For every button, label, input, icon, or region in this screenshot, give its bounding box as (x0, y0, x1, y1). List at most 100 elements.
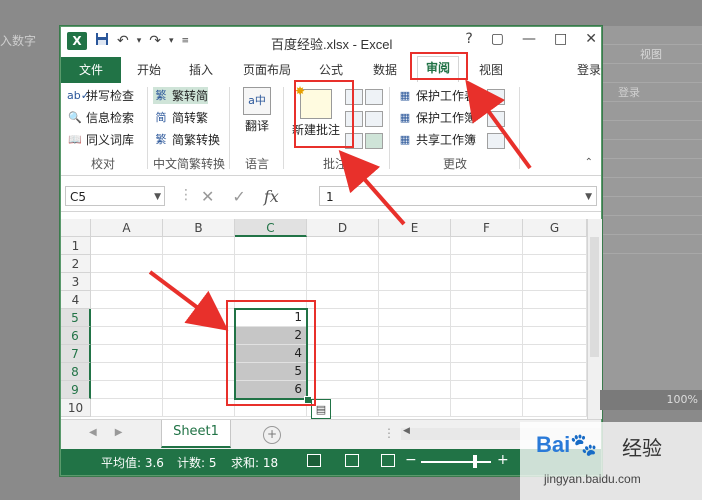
select-all-corner[interactable] (61, 219, 91, 237)
tab-insert[interactable]: 插入 (189, 61, 213, 78)
grid-cell[interactable] (379, 309, 451, 327)
grid-cell[interactable] (451, 381, 523, 399)
vertical-scrollbar[interactable] (587, 219, 602, 419)
tab-split-icon[interactable]: ⋮ (383, 426, 395, 440)
protect-workbook-button[interactable]: ▦ 保护工作簿 (397, 109, 476, 126)
column-header[interactable]: E (379, 219, 451, 237)
grid-cell[interactable] (91, 273, 163, 291)
help-button[interactable]: ? (465, 31, 472, 47)
grid-cell[interactable] (379, 255, 451, 273)
scroll-left-icon[interactable]: ◀ (403, 426, 410, 436)
grid-cell[interactable] (307, 309, 379, 327)
allow-edit-ranges-icon[interactable] (487, 111, 505, 127)
tab-home[interactable]: 开始 (137, 61, 161, 78)
grid-cell[interactable] (523, 291, 587, 309)
customize-qat-icon[interactable]: ≡ (182, 36, 190, 46)
grid-cell[interactable] (523, 309, 587, 327)
name-box[interactable]: C5 ▼ (65, 186, 165, 206)
column-header[interactable]: A (91, 219, 163, 237)
grid-cell[interactable] (307, 237, 379, 255)
undo-dropdown-icon[interactable]: ▾ (137, 36, 142, 46)
row-header[interactable]: 5 (61, 309, 91, 327)
grid-cell[interactable] (307, 255, 379, 273)
normal-view-icon[interactable] (307, 454, 321, 467)
row-header[interactable]: 6 (61, 327, 91, 345)
grid-cell[interactable] (235, 273, 307, 291)
worksheet-grid[interactable]: A B C D E F G 1 2 3 4 5 6 7 8 9 10 1 2 4… (61, 219, 587, 419)
row-header[interactable]: 1 (61, 237, 91, 255)
grid-cell[interactable] (379, 345, 451, 363)
sheet-tab-sheet1[interactable]: Sheet1 (161, 420, 231, 448)
row-header[interactable]: 3 (61, 273, 91, 291)
cancel-entry-icon[interactable]: ✕ (201, 187, 214, 206)
grid-cell[interactable] (91, 345, 163, 363)
grid-cell[interactable] (523, 255, 587, 273)
previous-sheet-icon[interactable]: ◀ (89, 427, 97, 438)
grid-cell[interactable] (379, 237, 451, 255)
expand-formula-bar-icon[interactable]: ▼ (585, 187, 592, 207)
row-header[interactable]: 10 (61, 399, 91, 417)
grid-cell[interactable] (379, 291, 451, 309)
grid-cell[interactable] (163, 345, 235, 363)
tab-view[interactable]: 视图 (479, 61, 503, 78)
column-header[interactable]: D (307, 219, 379, 237)
grid-cell[interactable] (523, 327, 587, 345)
grid-cell[interactable] (523, 345, 587, 363)
row-header[interactable]: 8 (61, 363, 91, 381)
login-link[interactable]: 登录 (577, 61, 601, 78)
grid-cell[interactable] (163, 399, 235, 417)
grid-cell[interactable] (307, 291, 379, 309)
grid-cell[interactable] (523, 273, 587, 291)
row-header[interactable]: 7 (61, 345, 91, 363)
track-changes-icon[interactable] (487, 133, 505, 149)
add-sheet-icon[interactable]: + (263, 426, 281, 444)
grid-cell[interactable] (163, 363, 235, 381)
thesaurus-button[interactable]: 📖 同义词库 (67, 131, 134, 148)
grid-cell[interactable] (523, 381, 587, 399)
grid-cell[interactable] (91, 255, 163, 273)
grid-cell[interactable] (91, 291, 163, 309)
grid-cell[interactable] (307, 381, 379, 399)
grid-cell[interactable] (91, 399, 163, 417)
grid-cell[interactable] (451, 309, 523, 327)
zoom-slider[interactable] (421, 461, 491, 463)
column-header[interactable]: G (523, 219, 587, 237)
grid-cell[interactable] (523, 399, 587, 417)
simp-to-trad-button[interactable]: 简 简转繁 (153, 109, 209, 126)
page-break-view-icon[interactable] (381, 454, 395, 467)
grid-cell[interactable] (235, 237, 307, 255)
spelling-button[interactable]: ab✓ 拼写检查 (67, 87, 134, 104)
name-box-dropdown-icon[interactable]: ▼ (154, 187, 161, 207)
grid-cell[interactable] (307, 327, 379, 345)
show-all-comments-icon[interactable] (365, 111, 383, 127)
grid-cell[interactable] (451, 399, 523, 417)
grid-cell[interactable] (163, 381, 235, 399)
grid-cell[interactable] (451, 363, 523, 381)
close-button[interactable]: ✕ (585, 31, 597, 47)
grid-cell[interactable] (91, 309, 163, 327)
formula-input[interactable]: 1 ▼ (319, 186, 597, 206)
tab-file[interactable]: 文件 (61, 57, 121, 83)
page-layout-view-icon[interactable] (345, 454, 359, 467)
column-header[interactable]: B (163, 219, 235, 237)
grid-cell[interactable] (451, 237, 523, 255)
translate-button[interactable]: a中 翻译 (239, 87, 275, 134)
column-header[interactable]: C (235, 219, 307, 237)
tab-data[interactable]: 数据 (373, 61, 397, 78)
tab-page-layout[interactable]: 页面布局 (243, 61, 291, 78)
grid-cell[interactable] (91, 363, 163, 381)
grid-cell[interactable] (91, 327, 163, 345)
collapse-ribbon-icon[interactable]: ⌃ (585, 157, 593, 168)
grid-cell[interactable] (307, 273, 379, 291)
zoom-out-icon[interactable]: − (405, 452, 417, 468)
trad-to-simp-button[interactable]: 繁 繁转简 (153, 87, 209, 104)
redo-dropdown-icon[interactable]: ▾ (169, 36, 174, 46)
redo-icon[interactable]: ↷ (149, 33, 161, 49)
protect-share-icon[interactable] (487, 89, 505, 105)
grid-cell[interactable] (163, 309, 235, 327)
grid-cell[interactable] (163, 327, 235, 345)
simp-trad-convert-button[interactable]: 繁 简繁转换 (153, 131, 221, 148)
grid-cell[interactable] (163, 255, 235, 273)
grid-cell[interactable] (307, 345, 379, 363)
grid-cell[interactable] (451, 255, 523, 273)
